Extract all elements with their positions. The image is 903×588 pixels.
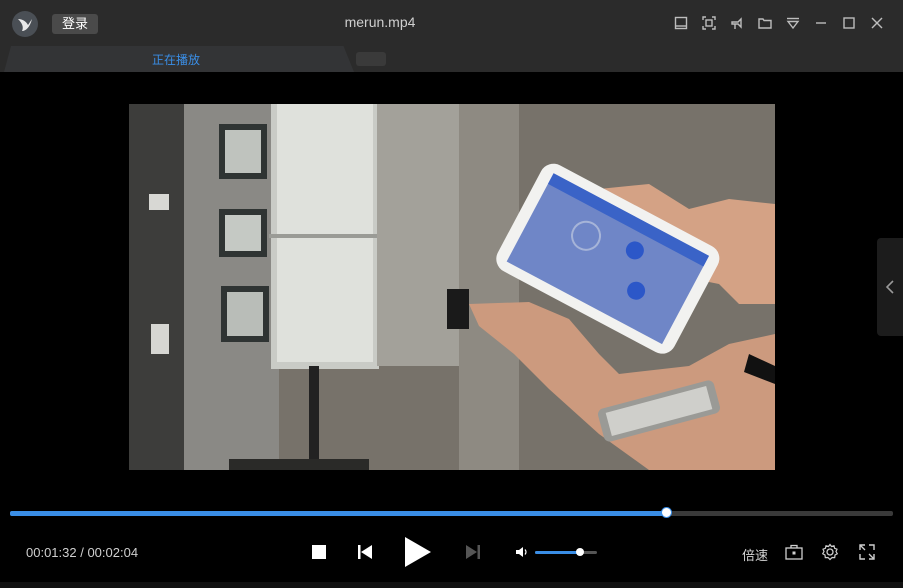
- time-separator: /: [76, 545, 88, 560]
- tab-bar: 正在播放: [0, 46, 903, 72]
- control-bar: 00:01:32 / 00:02:04 倍速: [0, 520, 903, 588]
- total-time: 00:02:04: [87, 545, 139, 560]
- progress-knob[interactable]: [660, 507, 672, 518]
- maximize-icon[interactable]: [835, 12, 863, 34]
- app-logo-icon[interactable]: [12, 11, 38, 37]
- window-controls: [667, 12, 891, 34]
- fullscreen-button[interactable]: [857, 542, 877, 562]
- tab-secondary[interactable]: [356, 52, 386, 66]
- toolbox-icon: [785, 544, 803, 560]
- chevron-left-icon: [885, 280, 894, 294]
- speed-button[interactable]: 倍速: [742, 545, 768, 564]
- close-icon[interactable]: [863, 12, 891, 34]
- pin-icon[interactable]: [723, 12, 751, 34]
- video-frame-image: [129, 104, 775, 470]
- gear-icon: [821, 543, 839, 561]
- menu-icon[interactable]: [779, 12, 807, 34]
- stop-icon: [312, 545, 326, 559]
- side-panel-toggle[interactable]: [877, 238, 903, 336]
- tab-now-playing-label[interactable]: 正在播放: [152, 51, 200, 68]
- background-desktop-strip: [0, 582, 903, 588]
- mini-mode-icon[interactable]: [667, 12, 695, 34]
- time-display: 00:01:32 / 00:02:04: [26, 545, 138, 560]
- volume-button[interactable]: [514, 544, 530, 560]
- current-time: 00:01:32: [26, 545, 77, 560]
- folder-icon[interactable]: [751, 12, 779, 34]
- next-button[interactable]: [463, 542, 483, 562]
- toolbox-button[interactable]: [784, 542, 804, 562]
- window-title: merun.mp4: [344, 14, 416, 30]
- progress-fill: [10, 511, 666, 516]
- skip-previous-icon: [358, 545, 372, 559]
- volume-knob[interactable]: [575, 548, 584, 556]
- title-bar: 登录 merun.mp4: [0, 0, 903, 46]
- volume-slider[interactable]: [535, 548, 597, 556]
- login-button[interactable]: 登录: [52, 14, 98, 34]
- volume-icon: [516, 547, 527, 557]
- play-button[interactable]: [400, 535, 434, 569]
- volume-fill: [535, 551, 580, 554]
- progress-bar[interactable]: [10, 507, 893, 518]
- skip-next-icon: [466, 545, 480, 559]
- video-frame[interactable]: [129, 104, 775, 470]
- fullscreen-icon: [859, 544, 875, 560]
- minimize-icon[interactable]: [807, 12, 835, 34]
- settings-button[interactable]: [820, 542, 840, 562]
- screenshot-icon[interactable]: [695, 12, 723, 34]
- stop-button[interactable]: [309, 542, 329, 562]
- play-icon: [405, 537, 431, 567]
- previous-button[interactable]: [355, 542, 375, 562]
